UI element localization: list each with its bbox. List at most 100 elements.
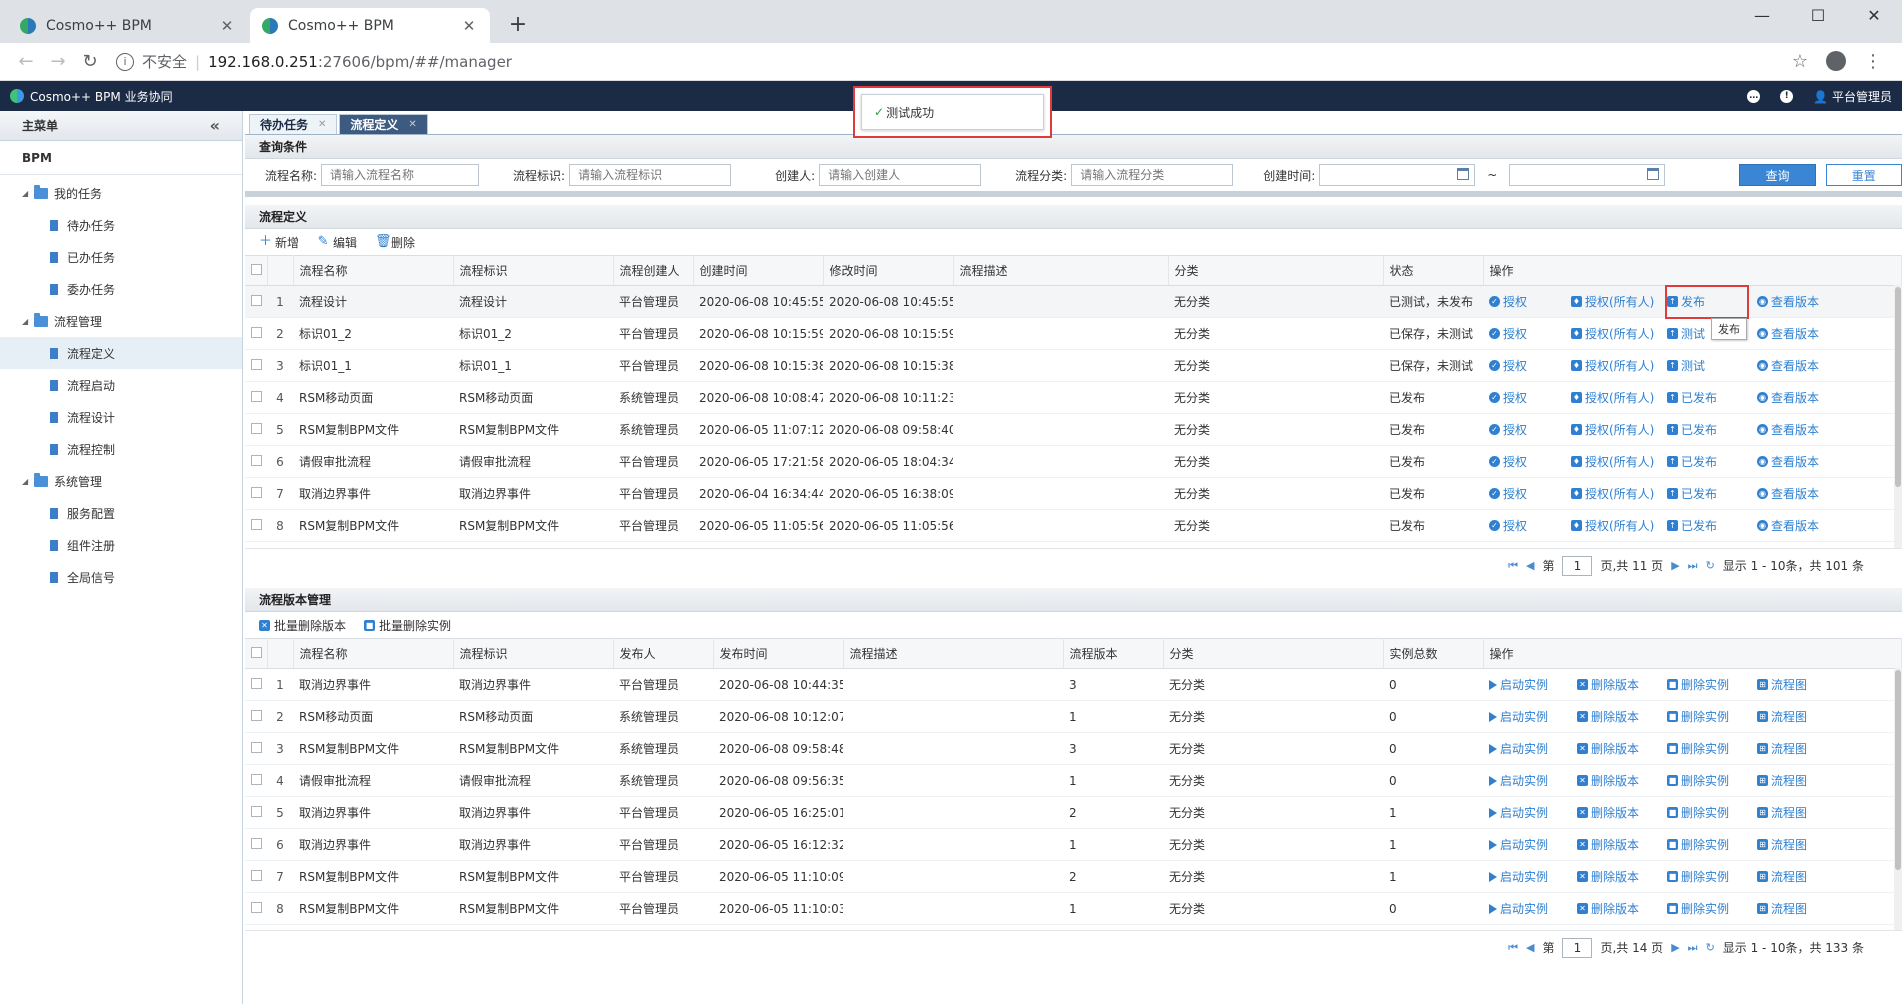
delete-instance-link[interactable]: ■ 删除实例 [1667,708,1757,725]
delete-version-link[interactable]: ✕ 删除版本 [1577,740,1667,757]
delete-version-link[interactable]: ✕ 删除版本 [1577,708,1667,725]
edit-button[interactable]: ✎ 编辑 [317,234,357,251]
row-checkbox[interactable] [251,486,262,498]
diagram-link[interactable]: ⊞ 流程图 [1757,836,1837,853]
scrollbar-thumb[interactable] [1895,670,1901,870]
column-header[interactable]: 状态 [1383,255,1484,286]
column-header[interactable]: 分类 [1168,255,1384,286]
alert-icon[interactable]: ! [1780,89,1794,103]
delete-instance-link[interactable]: ■ 删除实例 [1667,900,1757,917]
table-row[interactable]: 8 RSM复制BPM文件 RSM复制BPM文件 平台管理员 2020-06-05 11:… [245,509,1902,542]
diagram-link[interactable]: ⊞ 流程图 [1757,868,1837,885]
column-header[interactable]: 操作 [1483,638,1902,669]
grant-all-link[interactable]: ♦ 授权(所有人) [1571,293,1667,310]
message-icon[interactable]: … [1747,89,1761,103]
publish-link[interactable]: ↑ 已发布 [1667,485,1757,502]
start-instance-link[interactable]: 启动实例 [1489,900,1577,917]
next-page-icon[interactable]: ▶ [1671,941,1679,954]
browser-tab-2[interactable]: Cosmo++ BPM ✕ [250,8,490,43]
grant-link[interactable]: ✓ 授权 [1489,293,1571,310]
tree-item-process-definition[interactable]: 流程定义 [0,337,242,369]
date-start-picker[interactable] [1319,164,1476,186]
expand-icon[interactable]: ◢ [22,317,34,326]
table-row[interactable]: 8 RSM复制BPM文件 RSM复制BPM文件 平台管理员 2020-06-05 11:… [245,892,1902,925]
refresh-icon[interactable]: ↻ [1706,941,1715,954]
first-page-icon[interactable]: ⏮ [1508,941,1518,955]
column-header[interactable]: 创建时间 [693,255,824,286]
date-end-input[interactable] [1509,164,1666,186]
page-number-input[interactable]: 1 [1562,937,1593,958]
add-button[interactable]: ＋新增 [259,234,299,251]
search-button[interactable]: 查询 [1739,164,1816,186]
versions-scrollbar[interactable] [1894,668,1902,930]
expand-icon[interactable]: ◢ [22,189,34,198]
view-versions-link[interactable]: ◉ 查看版本 [1757,357,1847,374]
calendar-icon[interactable] [1457,168,1470,180]
delete-instance-link[interactable]: ■ 删除实例 [1667,804,1757,821]
table-row[interactable]: 6 请假审批流程 请假审批流程 平台管理员 2020-06-05 17:21:58 202… [245,445,1902,478]
row-checkbox[interactable] [251,454,262,466]
prev-page-icon[interactable]: ◀ [1526,941,1534,954]
grant-link[interactable]: ✓ 授权 [1489,357,1571,374]
table-row[interactable]: 2 标识01_2 标识01_2 平台管理员 2020-06-08 10:15:59 202… [245,317,1902,350]
column-header[interactable]: 流程标识 [453,255,614,286]
row-checkbox[interactable] [251,677,262,689]
column-header[interactable]: 发布人 [613,638,714,669]
tree-item-delegated[interactable]: 委办任务 [0,273,242,305]
start-instance-link[interactable]: 启动实例 [1489,804,1577,821]
grant-link[interactable]: ✓ 授权 [1489,517,1571,534]
delete-button[interactable]: 🗑 删除 [375,234,415,251]
browser-tab-1[interactable]: Cosmo++ BPM ✕ [8,8,248,43]
table-row[interactable]: 7 RSM复制BPM文件 RSM复制BPM文件 平台管理员 2020-06-05 11:… [245,860,1902,893]
new-tab-button[interactable]: + [504,12,532,37]
grant-link[interactable]: ✓ 授权 [1489,325,1571,342]
table-row[interactable]: 7 取消边界事件 取消边界事件 平台管理员 2020-06-04 16:34:44 202… [245,477,1902,510]
start-instance-link[interactable]: 启动实例 [1489,836,1577,853]
grant-link[interactable]: ✓ 授权 [1489,485,1571,502]
grant-all-link[interactable]: ♦ 授权(所有人) [1571,421,1667,438]
view-versions-link[interactable]: ◉ 查看版本 [1757,517,1847,534]
user-menu[interactable]: 👤 平台管理员 [1813,88,1892,105]
table-row[interactable]: 4 RSM移动页面 RSM移动页面 系统管理员 2020-06-08 10:08:47 2… [245,381,1902,414]
calendar-icon[interactable] [1647,168,1660,180]
bookmark-star-icon[interactable]: ☆ [1792,51,1808,72]
row-checkbox[interactable] [251,773,262,785]
grant-all-link[interactable]: ♦ 授权(所有人) [1571,325,1667,342]
grant-link[interactable]: ✓ 授权 [1489,453,1571,470]
grant-all-link[interactable]: ♦ 授权(所有人) [1571,485,1667,502]
grant-link[interactable]: ✓ 授权 [1489,421,1571,438]
delete-version-link[interactable]: ✕ 删除版本 [1577,836,1667,853]
delete-instance-link[interactable]: ■ 删除实例 [1667,868,1757,885]
start-instance-link[interactable]: 启动实例 [1489,772,1577,789]
collapse-icon[interactable]: « [210,116,220,135]
next-page-icon[interactable]: ▶ [1671,559,1679,572]
page-number-input[interactable]: 1 [1562,555,1593,576]
forward-icon[interactable]: → [42,51,74,72]
select-all-checkbox[interactable] [251,646,262,658]
creator-input[interactable] [819,164,982,186]
table-row[interactable]: 1 取消边界事件 取消边界事件 平台管理员 2020-06-08 10:44:35 3 无分… [245,668,1902,701]
row-checkbox[interactable] [251,901,262,913]
start-instance-link[interactable]: 启动实例 [1489,708,1577,725]
row-checkbox[interactable] [251,518,262,530]
tree-group-my-tasks[interactable]: ◢ 我的任务 [0,177,242,209]
close-tab-icon[interactable]: ✕ [460,17,478,35]
diagram-link[interactable]: ⊞ 流程图 [1757,740,1837,757]
close-tab-icon[interactable]: ✕ [318,119,326,130]
expand-icon[interactable]: ◢ [22,477,34,486]
tree-group-system-mgmt[interactable]: ◢ 系统管理 [0,465,242,497]
batch-delete-versions-button[interactable]: ✕ 批量删除版本 [259,617,346,634]
column-header[interactable]: 流程标识 [453,638,614,669]
row-checkbox[interactable] [251,390,262,402]
diagram-link[interactable]: ⊞ 流程图 [1757,804,1837,821]
table-row[interactable]: 1 流程设计 流程设计 平台管理员 2020-06-08 10:45:55 2020-06… [245,285,1902,318]
process-name-input[interactable] [321,164,480,186]
reset-button[interactable]: 重置 [1825,164,1902,186]
grant-all-link[interactable]: ♦ 授权(所有人) [1571,389,1667,406]
row-checkbox[interactable] [251,709,262,721]
diagram-link[interactable]: ⊞ 流程图 [1757,772,1837,789]
minimize-icon[interactable]: — [1734,0,1790,30]
table-row[interactable]: 2 RSM移动页面 RSM移动页面 系统管理员 2020-06-08 10:12:07 1… [245,700,1902,733]
profile-avatar-icon[interactable] [1826,51,1846,71]
tree-item-process-start[interactable]: 流程启动 [0,369,242,401]
